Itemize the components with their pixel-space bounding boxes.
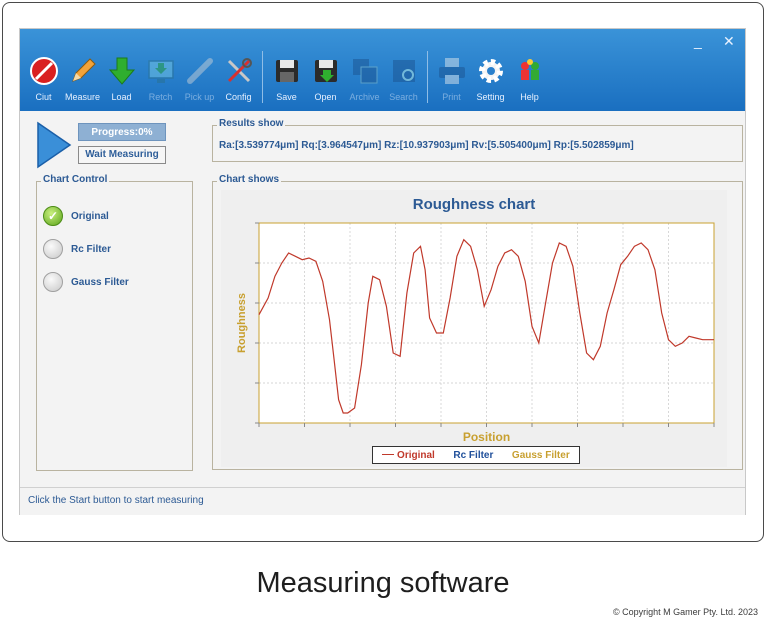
gear-icon <box>478 59 503 83</box>
toolbar-label: Save <box>276 92 297 102</box>
caption: Measuring software <box>256 567 510 599</box>
toolbar-label: Measure <box>64 92 100 102</box>
x-axis-label: Position <box>463 430 510 444</box>
toolbar-separator <box>262 51 263 103</box>
chart-control-group: Chart Control ✓ Original Rc Filter Gauss… <box>36 174 193 471</box>
radio-gauss-filter[interactable]: Gauss Filter <box>43 272 129 292</box>
results-title: Results show <box>217 118 286 129</box>
toolbar-separator <box>427 51 428 103</box>
radio-label: Gauss Filter <box>71 276 129 288</box>
measure-status-box: Wait Measuring <box>78 146 166 164</box>
toolbar-button-help[interactable]: Help <box>510 49 549 107</box>
close-button[interactable]: ✕ <box>723 33 735 50</box>
toolbar-label: Help <box>520 92 539 102</box>
chart-control-title: Chart Control <box>41 174 110 185</box>
open-file-icon <box>314 60 337 82</box>
status-message: Click the Start button to start measurin… <box>28 495 204 506</box>
toolbar-label: Config <box>225 92 252 102</box>
application-window: _ ✕ Ciut Measure Load Retch Pick up Conf… <box>19 28 746 515</box>
printer-icon <box>438 58 465 84</box>
toolbar-button-measure[interactable]: Measure <box>63 49 102 107</box>
toolbar-button-pickup[interactable]: Pick up <box>180 49 219 107</box>
tools-icon <box>227 58 252 83</box>
radio-circle-icon <box>43 272 63 292</box>
monitor-download-icon <box>147 60 174 83</box>
toolbar-button-config[interactable]: Config <box>219 49 258 107</box>
toolbar-label: Archive <box>349 92 380 102</box>
toolbar-button-print[interactable]: Print <box>432 49 471 107</box>
toolbar-button-load[interactable]: Load <box>102 49 141 107</box>
radio-label: Original <box>71 210 109 222</box>
legend-original: Original <box>382 450 435 461</box>
checkmark-icon: ✓ <box>43 206 63 226</box>
toolbar-label: Load <box>111 92 132 102</box>
title-bar: _ ✕ Ciut Measure Load Retch Pick up Conf… <box>20 29 745 111</box>
toolbar-button-save[interactable]: Save <box>267 49 306 107</box>
help-people-icon <box>520 59 539 80</box>
minimize-button[interactable]: _ <box>694 33 702 49</box>
toolbar-label: Retch <box>148 92 173 102</box>
toolbar-button-retch[interactable]: Retch <box>141 49 180 107</box>
results-values: Ra:[3.539774μm] Rq:[3.964547μm] Rz:[10.9… <box>219 140 634 151</box>
chart-legend: Original Rc Filter Gauss Filter <box>372 446 580 464</box>
toolbar-button-search[interactable]: Search <box>384 49 423 107</box>
pencil-icon <box>71 58 96 82</box>
toolbar-label: Setting <box>476 92 505 102</box>
start-play-button[interactable] <box>36 121 72 169</box>
archive-icon <box>352 59 377 84</box>
progress-indicator: Progress:0% <box>78 123 166 141</box>
toolbar-button-open[interactable]: Open <box>306 49 345 107</box>
copyright: © Copyright M Gamer Pty. Ltd. 2023 <box>612 607 758 617</box>
legend-rc-filter: Rc Filter <box>453 449 494 461</box>
toolbar-label: Print <box>442 92 461 102</box>
legend-line-icon <box>382 454 395 456</box>
chart-shows-group: Chart shows Roughness chart Position Roug… <box>212 174 743 470</box>
y-axis-label: Roughness <box>236 293 248 353</box>
chart-shows-title: Chart shows <box>217 174 282 185</box>
toolbar-button-cut[interactable]: Ciut <box>24 49 63 107</box>
toolbar-label: Search <box>389 92 418 102</box>
toolbar-label: Pick up <box>184 92 215 102</box>
floppy-icon <box>275 60 298 82</box>
down-arrow-icon <box>108 57 135 85</box>
legend-gauss-filter: Gauss Filter <box>511 449 570 461</box>
radio-rc-filter[interactable]: Rc Filter <box>43 239 111 259</box>
toolbar-button-archive[interactable]: Archive <box>345 49 384 107</box>
toolbar-label: Ciut <box>35 92 52 102</box>
results-group: Results show Ra:[3.539774μm] Rq:[3.96454… <box>212 118 743 162</box>
roughness-plot: Position Roughness <box>236 222 715 444</box>
radio-label: Rc Filter <box>71 243 112 255</box>
toolbar-label: Open <box>314 92 337 102</box>
probe-icon <box>186 58 213 84</box>
legend-label: Original <box>397 449 435 461</box>
status-bar: Click the Start button to start measurin… <box>20 487 745 515</box>
radio-circle-icon <box>43 239 63 259</box>
chart-area: Roughness chart Position Roughness Origin… <box>221 190 727 467</box>
toolbar: Ciut Measure Load Retch Pick up Config S… <box>24 49 549 109</box>
search-file-icon <box>392 60 415 82</box>
stop-icon <box>29 57 58 85</box>
radio-original[interactable]: ✓ Original <box>43 206 109 226</box>
toolbar-button-setting[interactable]: Setting <box>471 49 510 107</box>
